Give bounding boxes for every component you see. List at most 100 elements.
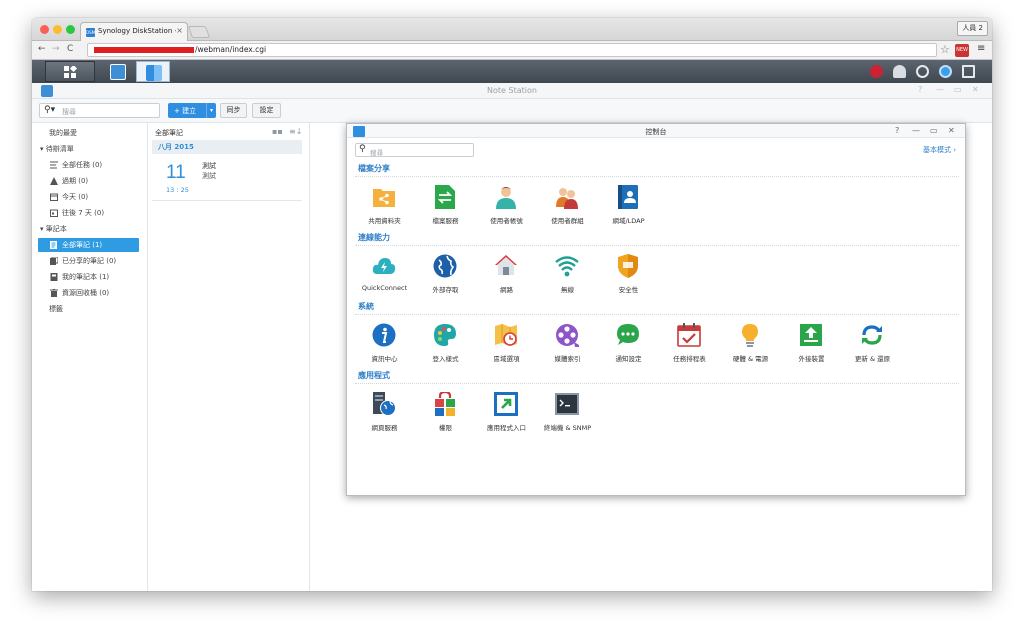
theme-icon xyxy=(434,324,456,346)
search-icon[interactable] xyxy=(916,65,929,78)
sidebar-item-shared-notes[interactable]: 已分享的筆記 (0) xyxy=(32,254,147,268)
control-panel-search-input[interactable]: ⚲ 搜尋 xyxy=(355,143,474,157)
user-icon[interactable] xyxy=(893,65,906,78)
main-menu-button[interactable] xyxy=(45,61,95,82)
widgets-icon[interactable] xyxy=(939,65,952,78)
sync-button[interactable]: 同步 xyxy=(220,103,247,118)
minimize-window-button[interactable] xyxy=(53,25,62,34)
settings-button[interactable]: 設定 xyxy=(252,103,281,118)
zoom-window-button[interactable] xyxy=(66,25,75,34)
cp-item-media-index[interactable]: 媒體索引 xyxy=(537,323,598,367)
cp-item-notification[interactable]: 通知設定 xyxy=(598,323,659,367)
cp-item-label: 網頁服務 xyxy=(371,424,398,432)
cp-item-info-center[interactable]: 資訊中心 xyxy=(354,323,415,367)
web-services-icon xyxy=(373,392,396,416)
cp-item-privileges[interactable]: 權限 xyxy=(415,392,476,436)
cp-item-quickconnect[interactable]: QuickConnect xyxy=(354,254,415,298)
note-station-taskbar-button[interactable] xyxy=(106,61,130,82)
close-icon[interactable]: ✕ xyxy=(972,85,979,94)
minimize-icon[interactable]: — xyxy=(936,85,944,94)
sidebar-item-all-notes[interactable]: 全部筆記 (1) xyxy=(38,238,139,252)
profile-button[interactable]: 人員 2 xyxy=(957,21,988,36)
cp-item-security[interactable]: 安全性 xyxy=(598,254,659,298)
section-divider xyxy=(355,176,959,177)
cp-item-label: 共用資料夾 xyxy=(368,217,401,225)
cp-item-label: 權限 xyxy=(439,424,452,432)
close-icon[interactable]: ✕ xyxy=(948,126,955,135)
sidebar-item-today[interactable]: 今天 (0) xyxy=(32,190,147,204)
cp-item-terminal-snmp[interactable]: 終端機 & SNMP xyxy=(537,392,598,436)
cp-item-regional-options[interactable]: 區域選項 xyxy=(476,323,537,367)
chevron-down-icon[interactable]: ▾ xyxy=(206,103,216,118)
cp-item-group[interactable]: 使用者群組 xyxy=(537,185,598,229)
close-window-button[interactable] xyxy=(40,25,49,34)
grid-view-icon[interactable]: ▪▪ xyxy=(272,127,283,136)
warning-icon xyxy=(50,177,58,185)
maximize-icon[interactable]: ▭ xyxy=(930,126,938,135)
note-list-item[interactable]: 11 13 : 25 測試 測試 xyxy=(152,154,302,201)
sidebar-item-notebooks[interactable]: ▾ 筆記本 xyxy=(32,222,147,236)
section-divider xyxy=(355,314,959,315)
url-input[interactable]: /webman/index.cgi xyxy=(87,43,937,57)
section-title-connectivity: 連線能力 xyxy=(358,233,390,242)
help-icon[interactable]: ? xyxy=(918,85,922,94)
sidebar-item-tags[interactable]: 標籤 xyxy=(32,302,147,316)
sidebar-item-favorites[interactable]: 我的最愛 xyxy=(32,126,147,140)
maximize-icon[interactable]: ▭ xyxy=(954,85,962,94)
notifications-icon[interactable] xyxy=(870,65,883,78)
bookmark-star-icon[interactable]: ☆ xyxy=(940,43,950,56)
cp-item-label: 網路 xyxy=(500,286,513,294)
list-icon xyxy=(50,161,58,169)
note-snippet: 測試 xyxy=(202,172,216,180)
cp-item-label: 硬體 & 電源 xyxy=(732,355,769,363)
chevron-right-icon: › xyxy=(953,146,956,154)
sort-icon[interactable]: ≡↓ xyxy=(289,127,302,136)
cp-item-shared-folder[interactable]: 共用資料夾 xyxy=(354,185,415,229)
help-icon[interactable]: ? xyxy=(895,126,899,135)
sidebar-item-overdue[interactable]: 過期 (0) xyxy=(32,174,147,188)
chrome-menu-icon[interactable]: ≡ xyxy=(977,43,985,54)
sidebar-item-todo[interactable]: ▾ 待辦清單 xyxy=(32,142,147,156)
control-panel-icon xyxy=(146,65,162,81)
cp-item-task-scheduler[interactable]: 任務排程表 xyxy=(659,323,720,367)
sidebar-item-label: 已分享的筆記 (0) xyxy=(62,257,117,265)
reload-icon[interactable]: C xyxy=(67,44,73,54)
note-title: 測試 xyxy=(202,162,216,170)
cp-item-external-access[interactable]: 外部存取 xyxy=(415,254,476,298)
minimize-icon[interactable]: — xyxy=(912,126,920,135)
browser-tab[interactable]: DSM Synology DiskStation - Note Station … xyxy=(80,22,188,41)
back-icon[interactable]: ← xyxy=(38,44,46,54)
cp-item-file-services[interactable]: 檔案服務 xyxy=(415,185,476,229)
cp-item-update-restore[interactable]: 更新 & 還原 xyxy=(842,323,903,367)
external-devices-icon xyxy=(800,324,822,346)
cp-item-application-portal[interactable]: 應用程式入口 xyxy=(476,392,537,436)
extension-icon[interactable]: NEW xyxy=(955,44,969,57)
sidebar-item-next-7-days[interactable]: 往後 7 天 (0) xyxy=(32,206,147,220)
sidebar-item-my-notebook[interactable]: 我的筆記本 (1) xyxy=(32,270,147,284)
create-button[interactable]: + 建立 ▾ xyxy=(168,103,216,118)
cp-item-wireless[interactable]: 無線 xyxy=(537,254,598,298)
note-list: 全部筆記 ▪▪ ≡↓ 八月 2015 11 13 : 25 測試 測試 xyxy=(148,123,310,591)
close-tab-icon[interactable]: × xyxy=(176,26,183,35)
cp-item-user[interactable]: 使用者帳號 xyxy=(476,185,537,229)
cp-item-theme[interactable]: 登入樣式 xyxy=(415,323,476,367)
sidebar-item-label: 往後 7 天 (0) xyxy=(62,209,105,217)
note-search-input[interactable]: ⚲▾ 搜尋 xyxy=(39,103,160,118)
desktop-icon[interactable] xyxy=(962,65,975,78)
cp-item-web-services[interactable]: 網頁服務 xyxy=(354,392,415,436)
sidebar-item-all-tasks[interactable]: 全部任務 (0) xyxy=(32,158,147,172)
cp-item-external-devices[interactable]: 外接裝置 xyxy=(781,323,842,367)
control-panel-window: 控制台 ? — ▭ ✕ ⚲ 搜尋 基本模式 › 檔案分享 共用資料夾 檔案服務 … xyxy=(346,123,966,496)
forward-icon[interactable]: → xyxy=(52,44,60,54)
section-title-applications: 應用程式 xyxy=(358,371,390,380)
cp-item-hardware-power[interactable]: 硬體 & 電源 xyxy=(720,323,781,367)
new-tab-button[interactable] xyxy=(187,26,211,38)
sidebar-item-recycle-bin[interactable]: 資源回收桶 (0) xyxy=(32,286,147,300)
basic-mode-link[interactable]: 基本模式 › xyxy=(923,145,956,155)
url-path: /webman/index.cgi xyxy=(195,45,267,54)
control-panel-taskbar-button[interactable] xyxy=(136,61,170,82)
cp-item-network[interactable]: 網路 xyxy=(476,254,537,298)
cp-item-label: 外接裝置 xyxy=(798,355,825,363)
cp-item-domain-ldap[interactable]: 網域/LDAP xyxy=(598,185,659,229)
file-services-icon xyxy=(435,185,455,209)
